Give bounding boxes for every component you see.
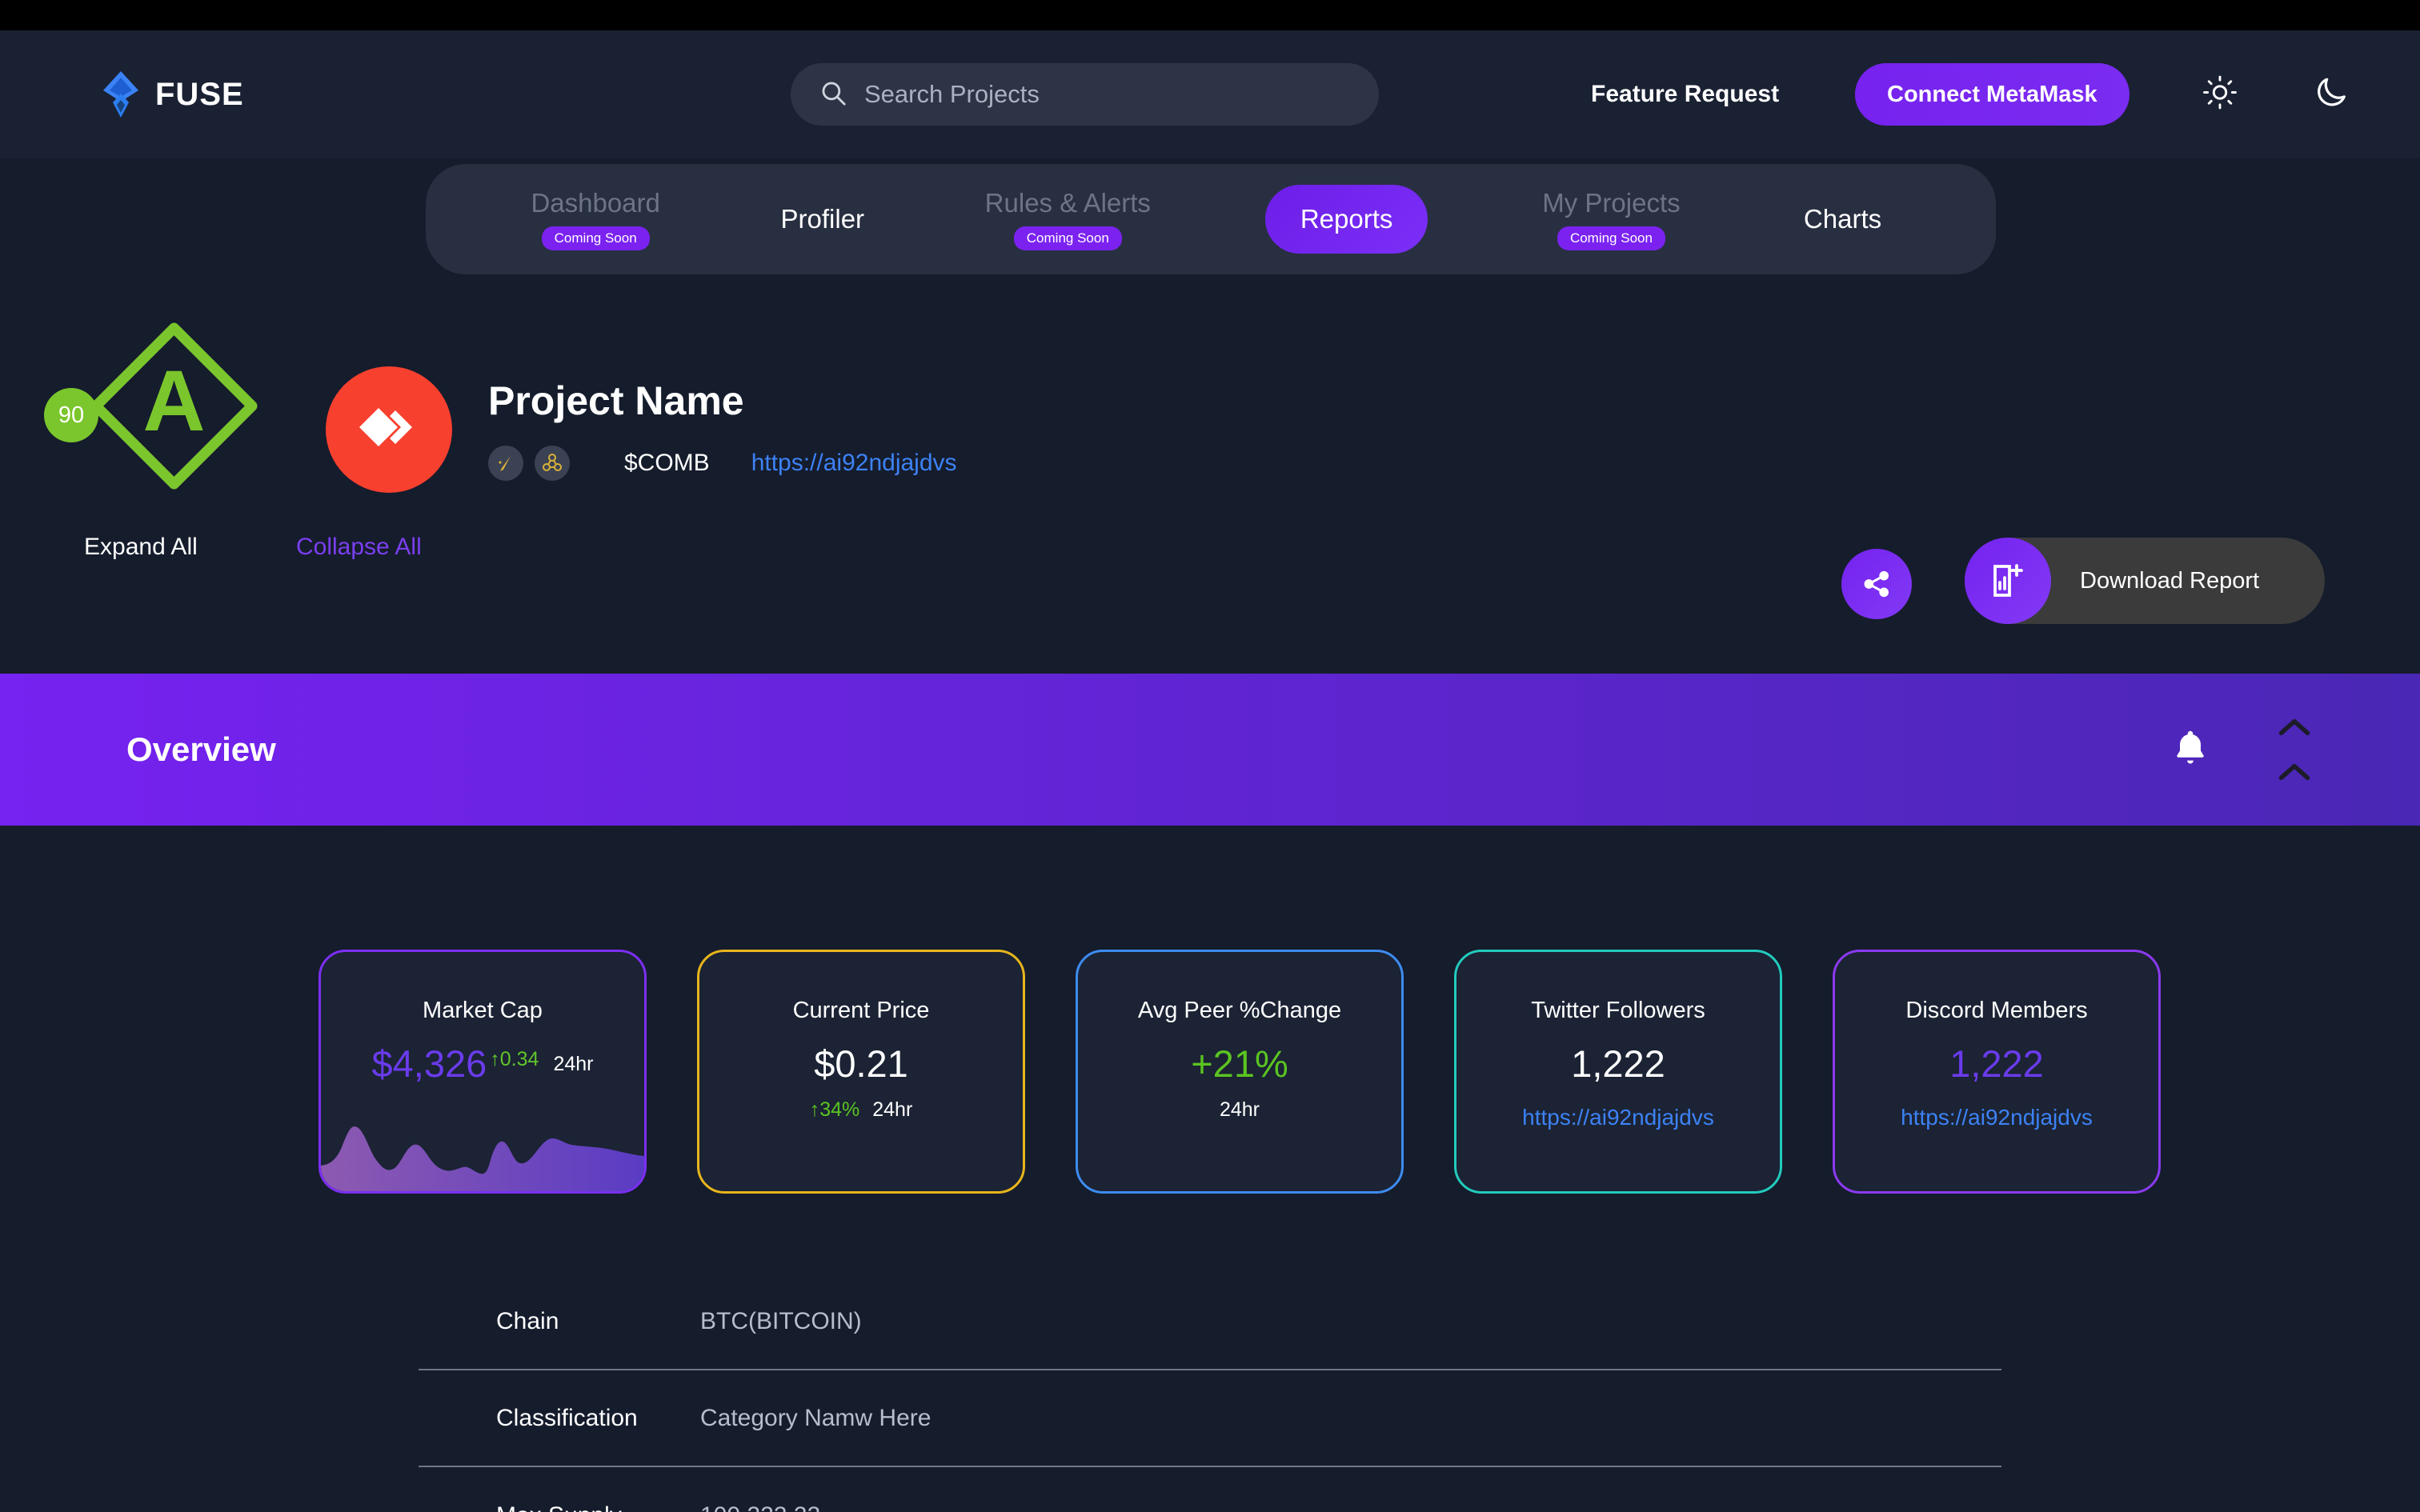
- card-period: 24hr: [1219, 1098, 1260, 1121]
- table-row: Classification Category Namw Here: [419, 1370, 2001, 1467]
- card-title: Current Price: [792, 998, 930, 1023]
- card-period: 24hr: [872, 1098, 913, 1121]
- chevron-up-icon[interactable]: [2277, 717, 2312, 738]
- tab-dashboard[interactable]: Dashboard Coming Soon: [531, 188, 660, 250]
- tab-reports[interactable]: Reports: [1264, 185, 1428, 254]
- project-avatar-icon: [359, 407, 412, 447]
- tab-label: Dashboard: [531, 188, 660, 218]
- download-report-label: Download Report: [2080, 567, 2260, 594]
- metric-cards-row: Market Cap $4,326 ↑0.34 24hr Current Pri…: [319, 950, 2161, 1194]
- chevron-up-icon[interactable]: [2277, 762, 2312, 782]
- card-period: 24hr: [553, 1053, 594, 1075]
- tab-label: My Projects: [1542, 188, 1681, 218]
- brand-logo[interactable]: FUSE: [100, 70, 244, 119]
- expand-all-button[interactable]: Expand All: [84, 534, 198, 561]
- discord-link[interactable]: https://ai92ndjajdvs: [1901, 1105, 2093, 1130]
- share-icon: [1864, 570, 1889, 598]
- connect-metamask-button[interactable]: Connect MetaMask: [1855, 63, 2130, 126]
- tab-label: Profiler: [780, 204, 865, 234]
- metric-card-current-price: Current Price $0.21 ↑34% 24hr: [697, 950, 1025, 1194]
- row-key: Chain: [496, 1307, 559, 1334]
- card-value: $0.21: [814, 1042, 908, 1085]
- card-title: Discord Members: [1905, 998, 2088, 1023]
- project-summary-section: A 90 Expand All Collapse All Project Nam…: [0, 298, 2420, 674]
- row-value: BTC(BITCOIN): [700, 1307, 862, 1334]
- search-icon: [819, 79, 847, 110]
- card-title: Twitter Followers: [1531, 998, 1705, 1023]
- card-title: Avg Peer %Change: [1137, 998, 1342, 1023]
- overview-content: Market Cap $4,326 ↑0.34 24hr Current Pri…: [0, 826, 2420, 1512]
- tab-label: Reports: [1300, 204, 1393, 234]
- collapse-all-button[interactable]: Collapse All: [296, 534, 422, 561]
- moon-icon[interactable]: [2313, 74, 2350, 115]
- main-nav-tabs: Dashboard Coming Soon Profiler Rules & A…: [426, 164, 1996, 274]
- project-website-link[interactable]: https://ai92ndjajdvs: [751, 450, 957, 477]
- metric-card-twitter-followers: Twitter Followers 1,222 https://ai92ndja…: [1454, 950, 1782, 1194]
- collapse-controls[interactable]: [2277, 717, 2312, 782]
- project-details-table: Chain BTC(BITCOIN) Classification Catego…: [419, 1274, 2001, 1512]
- card-delta: ↑34%: [809, 1098, 860, 1121]
- metric-card-discord-members: Discord Members 1,222 https://ai92ndjajd…: [1833, 950, 2161, 1194]
- brand-name: FUSE: [155, 76, 244, 112]
- download-report-button[interactable]: Download Report: [1965, 538, 2325, 624]
- project-grade: A 90: [44, 320, 260, 492]
- section-title-overview: Overview: [126, 730, 276, 768]
- tab-my-projects[interactable]: My Projects Coming Soon: [1542, 188, 1681, 250]
- table-row: Chain BTC(BITCOIN): [419, 1274, 2001, 1370]
- card-subline: 24hr: [1220, 1098, 1260, 1122]
- card-value: +21%: [1191, 1042, 1288, 1085]
- search-bar[interactable]: [791, 63, 1379, 126]
- page-title: Project Name: [488, 378, 744, 423]
- report-download-icon: [1965, 538, 2051, 624]
- card-title: Market Cap: [423, 998, 543, 1023]
- table-row: Max Supply 100,222,22: [419, 1467, 2001, 1512]
- twitter-link[interactable]: https://ai92ndjajdvs: [1522, 1105, 1714, 1130]
- overview-banner: Overview: [0, 674, 2420, 826]
- feature-request-link[interactable]: Feature Request: [1591, 81, 1779, 108]
- card-value: 1,222: [1949, 1042, 2044, 1085]
- svg-text:A: A: [143, 352, 206, 449]
- app-root: FUSE Feature Request Connect MetaMask: [0, 0, 2420, 1512]
- row-value: Category Namw Here: [700, 1404, 932, 1431]
- app-header: FUSE Feature Request Connect MetaMask: [0, 30, 2420, 158]
- sun-icon[interactable]: [2202, 75, 2238, 114]
- card-value: 1,222: [1571, 1042, 1665, 1085]
- pen-nib-icon[interactable]: [488, 446, 523, 481]
- tab-label: Rules & Alerts: [984, 188, 1151, 218]
- card-value: $4,326: [371, 1042, 487, 1085]
- grade-score-badge: 90: [44, 388, 98, 442]
- share-button[interactable]: [1841, 549, 1912, 619]
- molecule-icon[interactable]: [535, 446, 570, 481]
- row-value: 100,222,22: [627, 1502, 820, 1512]
- coming-soon-badge: Coming Soon: [1557, 226, 1665, 250]
- row-key: Max Supply: [419, 1502, 627, 1512]
- bell-icon[interactable]: [2170, 727, 2211, 773]
- card-delta: ↑0.34: [490, 1048, 539, 1070]
- fuse-diamond-logo-icon: [103, 71, 138, 118]
- metric-card-avg-peer-change: Avg Peer %Change +21% 24hr: [1076, 950, 1404, 1194]
- card-value-row: $4,326 ↑0.34 24hr: [372, 1042, 594, 1086]
- market-cap-sparkline: [321, 1126, 644, 1191]
- card-subline: ↑34% 24hr: [810, 1098, 913, 1122]
- project-meta-row: $COMB https://ai92ndjajdvs: [488, 446, 957, 481]
- coming-soon-badge: Coming Soon: [541, 226, 650, 250]
- tab-profiler[interactable]: Profiler: [775, 204, 871, 234]
- coming-soon-badge: Coming Soon: [1013, 226, 1122, 250]
- metric-card-market-cap: Market Cap $4,326 ↑0.34 24hr: [319, 950, 647, 1194]
- search-input[interactable]: [864, 80, 1350, 109]
- token-ticker: $COMB: [624, 450, 710, 476]
- avatar: [326, 366, 452, 493]
- tab-charts[interactable]: Charts: [1795, 204, 1891, 234]
- grade-diamond-icon: A: [90, 322, 258, 490]
- tab-rules-alerts[interactable]: Rules & Alerts Coming Soon: [985, 188, 1151, 250]
- row-key: Classification: [496, 1404, 638, 1431]
- tab-label: Charts: [1803, 204, 1882, 234]
- top-black-strip: [0, 0, 2420, 30]
